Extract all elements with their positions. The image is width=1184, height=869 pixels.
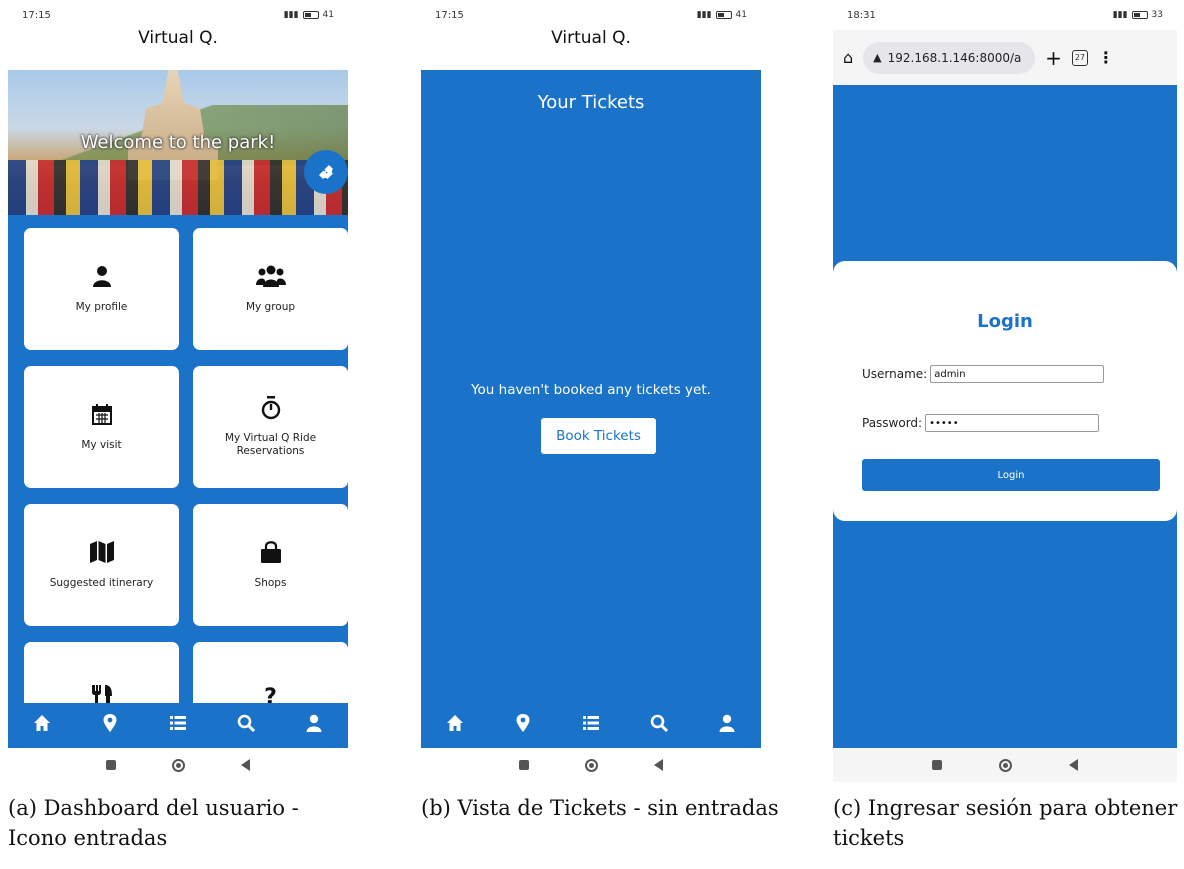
battery-icon (715, 11, 732, 19)
app-title: Virtual Q. (138, 28, 218, 48)
new-tab-icon[interactable]: + (1045, 46, 1062, 70)
caption-c: (c) Ingresar sesión para obtener tickets (833, 796, 1178, 850)
signal-icon: ▮▮▮ (283, 10, 299, 20)
login-page: Login Username: Password: Login (833, 85, 1177, 748)
tickets-panel: Your Tickets You haven't booked any tick… (421, 70, 761, 748)
search-icon[interactable] (231, 714, 261, 737)
caption-b: (b) Vista de Tickets - sin entradas (421, 796, 779, 820)
tile-label: Suggested itinerary (49, 576, 154, 589)
recent-apps-icon[interactable] (519, 760, 529, 770)
utensils-icon (91, 685, 113, 703)
url-bar[interactable]: ▲ 192.168.1.146:8000/a (863, 41, 1036, 74)
user-icon (92, 265, 112, 291)
back-icon[interactable] (1069, 759, 1079, 771)
tile-dining[interactable] (24, 642, 179, 703)
system-nav (8, 748, 348, 782)
tile-my-visit[interactable]: My visit (24, 366, 179, 488)
battery-level: 41 (735, 10, 747, 20)
recent-apps-icon[interactable] (106, 760, 116, 770)
home-icon[interactable] (440, 714, 470, 737)
recent-apps-icon[interactable] (931, 760, 942, 770)
url-text: 192.168.1.146:8000/a (887, 50, 1022, 65)
status-time: 17:15 (435, 9, 464, 21)
user-icon[interactable] (712, 714, 742, 737)
status-bar: 18:31 ▮▮▮ 33 (833, 0, 1177, 30)
tile-my-profile[interactable]: My profile (24, 228, 179, 350)
stopwatch-icon (261, 396, 281, 422)
battery-level: 41 (322, 10, 334, 20)
map-marker-icon[interactable] (508, 714, 538, 737)
bottom-nav (8, 703, 348, 748)
ticket-icon (319, 165, 333, 179)
battery-icon (1131, 11, 1148, 19)
status-bar: 17:15 ▮▮▮ 41 (421, 0, 761, 30)
password-row: Password: (862, 414, 1100, 432)
calendar-icon (91, 403, 112, 429)
tile-label: My Virtual Q Ride Reservations (224, 432, 317, 457)
login-title: Login (977, 311, 1033, 332)
tile-help[interactable]: ? (193, 642, 348, 703)
warning-icon: ▲ (873, 51, 882, 64)
menu-icon[interactable]: ⋮ (1098, 48, 1114, 67)
characters-image (8, 160, 348, 215)
empty-tickets-message: You haven't booked any tickets yet. (471, 382, 711, 398)
tickets-heading: Your Tickets (537, 92, 645, 113)
book-tickets-button[interactable]: Book Tickets (541, 418, 656, 454)
home-button-icon[interactable] (585, 758, 598, 772)
tab-count-icon[interactable]: 27 (1071, 49, 1088, 66)
list-icon[interactable] (576, 714, 606, 737)
list-icon[interactable] (163, 714, 193, 737)
signal-icon: ▮▮▮ (1112, 10, 1128, 20)
back-icon[interactable] (241, 759, 250, 771)
user-icon[interactable] (299, 714, 329, 737)
bottom-nav (421, 703, 761, 748)
app-title: Virtual Q. (551, 28, 631, 48)
shopping-bag-icon (260, 540, 282, 567)
tile-shops[interactable]: Shops (193, 504, 348, 626)
home-icon[interactable] (27, 714, 57, 737)
tile-label: My profile (75, 300, 128, 313)
status-time: 18:31 (847, 9, 876, 21)
tile-label: My visit (81, 438, 122, 451)
hero-welcome-text: Welcome to the park! (80, 132, 276, 153)
dashboard-tiles: My profile My group My visit My Virtual … (8, 215, 348, 703)
home-icon[interactable]: ⌂ (843, 48, 853, 67)
map-icon (89, 540, 114, 567)
home-button-icon[interactable] (172, 758, 185, 772)
back-icon[interactable] (654, 759, 663, 771)
system-nav (833, 748, 1177, 782)
users-icon (255, 265, 286, 291)
username-row: Username: (862, 365, 1105, 383)
tile-my-group[interactable]: My group (193, 228, 348, 350)
search-icon[interactable] (644, 714, 674, 737)
status-bar: 17:15 ▮▮▮ 41 (8, 0, 348, 30)
battery-level: 33 (1151, 10, 1163, 20)
system-nav (421, 748, 761, 782)
home-button-icon[interactable] (998, 758, 1012, 772)
username-label: Username: (862, 367, 928, 381)
dashboard-screen: 17:15 ▮▮▮ 41 Virtual Q. Welcome to the p… (8, 0, 348, 782)
tickets-fab-button[interactable] (304, 150, 348, 194)
tile-label: My group (245, 300, 296, 313)
map-marker-icon[interactable] (95, 714, 125, 737)
tickets-screen: 17:15 ▮▮▮ 41 Virtual Q. Your Tickets You… (421, 0, 761, 782)
tile-ride-reservations[interactable]: My Virtual Q Ride Reservations (193, 366, 348, 488)
question-icon: ? (264, 685, 277, 703)
status-time: 17:15 (22, 9, 51, 21)
username-input[interactable] (930, 365, 1105, 383)
tile-suggested-itinerary[interactable]: Suggested itinerary (24, 504, 179, 626)
signal-icon: ▮▮▮ (696, 10, 712, 20)
tile-label: Shops (254, 576, 287, 589)
login-button[interactable]: Login (862, 459, 1160, 491)
password-label: Password: (862, 416, 923, 430)
caption-a: (a) Dashboard del usuario - Icono entrad… (8, 796, 299, 850)
login-card: Login Username: Password: Login (833, 261, 1177, 521)
password-input[interactable] (925, 414, 1100, 432)
login-screen: 18:31 ▮▮▮ 33 ⌂ ▲ 192.168.1.146:8000/a + … (833, 0, 1177, 782)
hero-banner: Welcome to the park! (8, 70, 348, 215)
battery-icon (302, 11, 319, 19)
browser-toolbar: ⌂ ▲ 192.168.1.146:8000/a + 27 ⋮ (833, 30, 1177, 85)
